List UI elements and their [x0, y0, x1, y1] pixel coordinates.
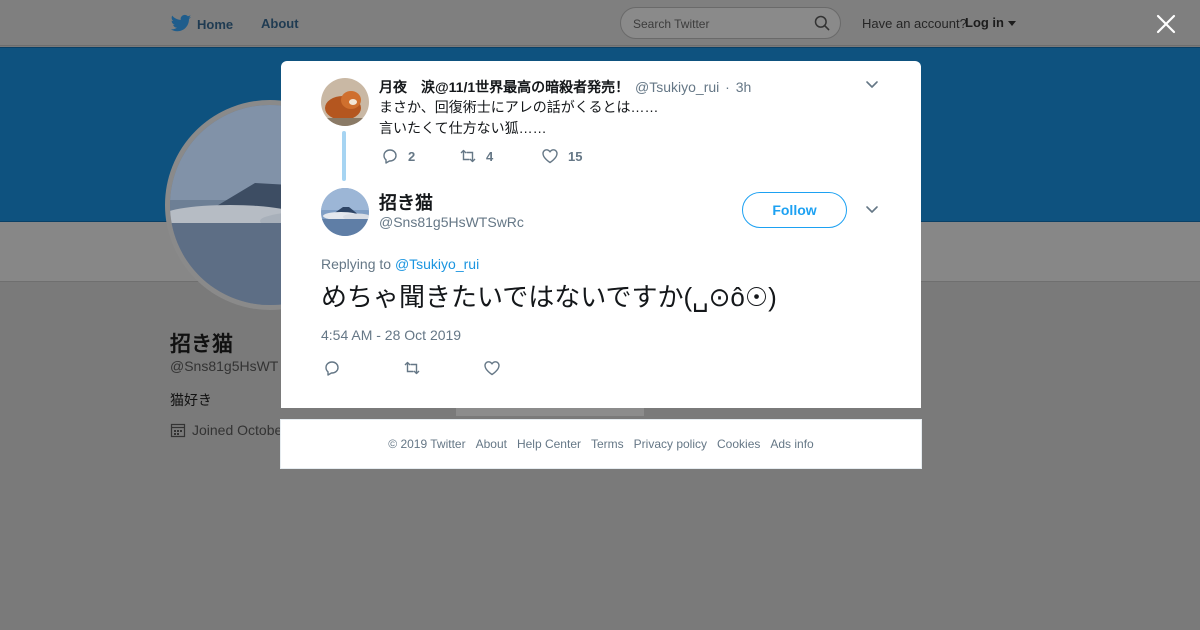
reply-icon[interactable] [323, 359, 341, 377]
parent-retweet-count: 4 [486, 148, 494, 164]
login-link[interactable]: Log in [965, 15, 1004, 30]
twitter-bird-icon [170, 14, 192, 32]
tweet-actions [323, 359, 501, 377]
background-profile-name: 招き猫 [170, 333, 233, 356]
tweet-text: めちゃ聞きたいではないですか(␣⊙ô☉) [321, 282, 777, 312]
parent-tweet[interactable]: 月夜 涙@11/1世界最高の暗殺者発売！ @Tsukiyo_rui · 3h ま… [281, 61, 921, 181]
heart-icon [542, 149, 558, 164]
parent-tweet-time[interactable]: 3h [736, 79, 752, 95]
conversation-thread-line [342, 131, 346, 181]
search-placeholder: Search Twitter [633, 17, 710, 31]
search-icon[interactable] [814, 15, 830, 31]
author-handle[interactable]: @Sns81g5HsWTSwRc [379, 214, 524, 230]
account-prompt: Have an account? [862, 16, 967, 31]
parent-time-separator: · [725, 79, 730, 95]
chevron-down-icon[interactable] [865, 204, 879, 216]
author-name[interactable]: 招き猫 [379, 189, 433, 215]
nav-home-label: Home [197, 16, 234, 32]
retweet-icon [460, 149, 476, 163]
parent-tweet-line: 言いたくて仕方ない狐…… [379, 120, 547, 136]
calendar-icon [170, 423, 186, 438]
reply-icon [383, 149, 397, 164]
footer-link-about[interactable]: About [476, 437, 507, 451]
footer-link-cookies[interactable]: Cookies [717, 437, 760, 451]
parent-author-handle[interactable]: @Tsukiyo_rui [635, 79, 719, 95]
follow-button[interactable]: Follow [742, 192, 847, 228]
heart-icon[interactable] [483, 359, 501, 377]
footer-copyright: © 2019 Twitter [388, 437, 466, 451]
parent-like-count: 15 [568, 148, 583, 164]
background-profile-joined: Joined Octobe [170, 422, 282, 438]
close-icon[interactable] [1154, 12, 1178, 36]
parent-tweet-header: 月夜 涙@11/1世界最高の暗殺者発売！ @Tsukiyo_rui · 3h [379, 77, 751, 97]
background-divider [456, 408, 644, 416]
parent-reply-button[interactable]: 2 [381, 147, 459, 165]
footer-link-help-center[interactable]: Help Center [517, 437, 581, 451]
top-navigation-bar: Home About Search Twitter Have an accoun… [0, 0, 1200, 46]
parent-tweet-text: まさか、回復術士にアレの話がくるとは…… 言いたくて仕方ない狐…… [379, 97, 658, 139]
author-avatar[interactable] [321, 188, 369, 236]
footer-link-privacy-policy[interactable]: Privacy policy [634, 437, 707, 451]
parent-author-name[interactable]: 月夜 涙@11/1世界最高の暗殺者発売！ [379, 79, 629, 95]
joined-label: Joined Octobe [192, 422, 283, 438]
caret-down-icon[interactable] [1008, 21, 1016, 26]
nav-home-link[interactable]: Home [170, 14, 234, 33]
parent-tweet-actions: 2 4 15 [381, 147, 582, 165]
replying-to-handle-link[interactable]: @Tsukiyo_rui [395, 256, 479, 272]
footer-link-terms[interactable]: Terms [591, 437, 624, 451]
tweet-permalink-modal: 月夜 涙@11/1世界最高の暗殺者発売！ @Tsukiyo_rui · 3h ま… [281, 61, 921, 408]
chevron-down-icon[interactable] [865, 79, 879, 91]
background-profile-bio: 猫好き [170, 392, 212, 408]
parent-retweet-button[interactable]: 4 [459, 147, 541, 165]
nav-about-link[interactable]: About [261, 16, 299, 31]
search-input[interactable]: Search Twitter [620, 7, 841, 39]
tweet-timestamp[interactable]: 4:54 AM - 28 Oct 2019 [321, 327, 461, 343]
replying-to-label: Replying to [321, 256, 395, 272]
retweet-icon[interactable] [403, 359, 421, 377]
replying-to-context: Replying to @Tsukiyo_rui [321, 256, 479, 272]
parent-author-avatar[interactable] [321, 78, 369, 126]
parent-reply-count: 2 [408, 148, 416, 164]
modal-footer: © 2019 Twitter About Help Center Terms P… [280, 419, 922, 469]
background-profile-handle: @Sns81g5HsWT [170, 358, 279, 374]
parent-tweet-line: まさか、回復術士にアレの話がくるとは…… [379, 99, 659, 115]
parent-like-button[interactable]: 15 [541, 147, 582, 165]
footer-link-ads-info[interactable]: Ads info [770, 437, 813, 451]
